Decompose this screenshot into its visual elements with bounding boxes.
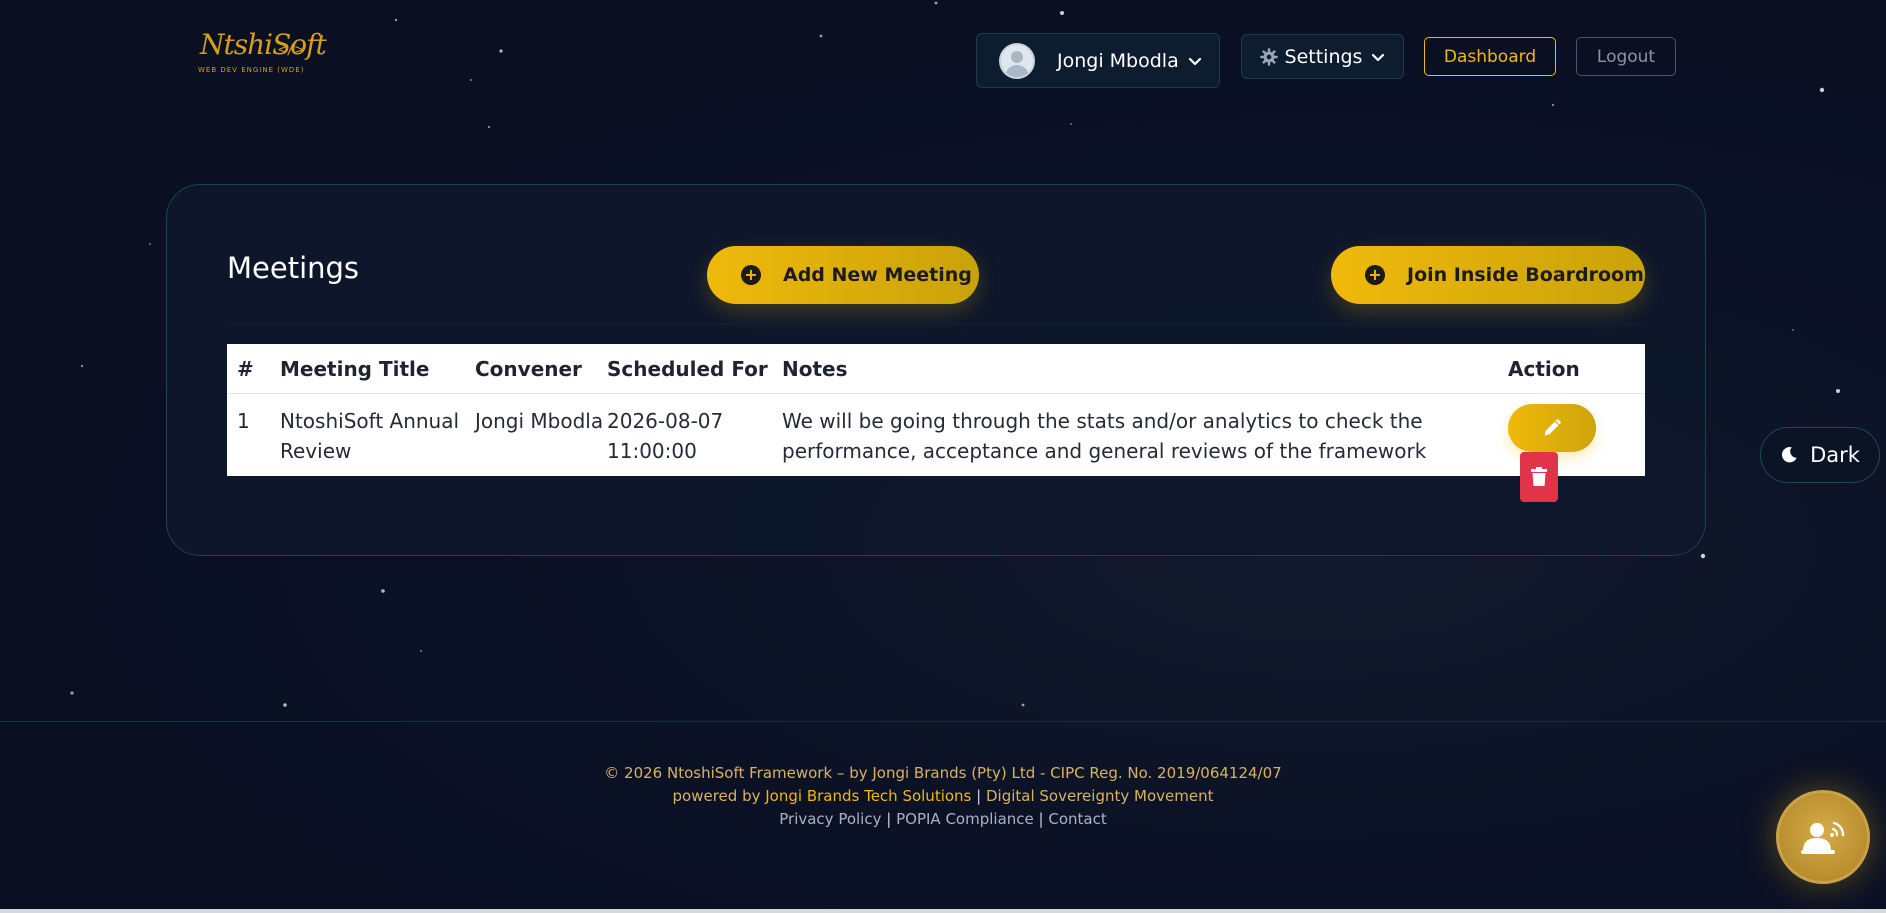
cell-scheduled-for: 2026-08-07 11:00:00 (607, 409, 724, 463)
footer: © 2026 NtoshiSoft Framework – by Jongi B… (0, 762, 1886, 831)
logout-button[interactable]: Logout (1576, 37, 1676, 76)
footer-movement-link[interactable]: Digital Sovereignty Movement (986, 787, 1213, 805)
column-header-convener: Convener (475, 344, 607, 394)
column-header-title: Meeting Title (280, 344, 475, 394)
trash-icon (1531, 467, 1547, 486)
column-header-scheduled: Scheduled For (607, 344, 782, 394)
footer-divider (0, 721, 1886, 722)
theme-toggle-button[interactable]: Dark (1760, 427, 1880, 483)
bottom-scrollbar-strip (0, 909, 1886, 913)
moon-icon (1782, 447, 1797, 463)
settings-label: Settings (1284, 45, 1363, 68)
table-header-row: # Meeting Title Convener Scheduled For N… (227, 344, 1645, 394)
column-header-notes: Notes (782, 344, 1508, 394)
footer-separator: | (1038, 810, 1044, 828)
delete-meeting-button[interactable] (1520, 452, 1558, 502)
logo-subtitle: WEB DEV ENGINE (WDE) (198, 66, 305, 74)
join-boardroom-button[interactable]: + Join Inside Boardroom (1331, 246, 1645, 304)
chevron-down-icon (1372, 53, 1385, 61)
brand-logo[interactable]: NtshiSoft </> WEB DEV ENGINE (WDE) (196, 26, 327, 80)
header-divider (227, 324, 1645, 325)
footer-copyright: © 2026 NtoshiSoft Framework – by Jongi B… (604, 764, 1282, 782)
settings-menu-button[interactable]: Settings (1241, 34, 1404, 79)
footer-powered-link[interactable]: Jongi Brands Tech Solutions (765, 787, 971, 805)
theme-toggle-label: Dark (1810, 443, 1860, 467)
footer-popia-link[interactable]: POPIA Compliance (896, 810, 1034, 828)
footer-separator: | (976, 787, 982, 805)
chevron-down-icon (1188, 57, 1201, 65)
plus-circle-icon: + (1365, 265, 1385, 285)
join-boardroom-label: Join Inside Boardroom (1407, 264, 1644, 286)
meetings-card: Meetings + Add New Meeting + Join Inside… (166, 184, 1706, 556)
cell-notes: We will be going through the stats and/o… (782, 409, 1427, 463)
plus-circle-icon: + (741, 265, 761, 285)
footer-powered-prefix: powered by (672, 787, 761, 805)
user-name: Jongi Mbodla (1057, 49, 1179, 72)
column-header-action: Action (1508, 344, 1645, 394)
boardroom-floating-button[interactable] (1776, 790, 1870, 884)
logo-wordmark: NtshiSoft (200, 28, 327, 61)
dashboard-button[interactable]: Dashboard (1424, 37, 1556, 76)
broadcast-person-icon (1801, 821, 1845, 854)
gear-icon (1259, 47, 1278, 66)
edit-meeting-button[interactable] (1508, 404, 1596, 452)
cell-number: 1 (237, 409, 250, 433)
cell-actions (1508, 394, 1645, 502)
table-row: 1 NtoshiSoft Annual Review Jongi Mbodla … (227, 394, 1645, 502)
column-header-number: # (227, 344, 280, 394)
pencil-icon (1544, 418, 1562, 436)
meetings-table: # Meeting Title Convener Scheduled For N… (227, 344, 1645, 502)
page: NtshiSoft </> WEB DEV ENGINE (WDE) Jongi… (0, 0, 1886, 913)
footer-separator: | (886, 810, 892, 828)
page-title: Meetings (227, 251, 360, 285)
footer-privacy-link[interactable]: Privacy Policy (779, 810, 881, 828)
cell-meeting-title: NtoshiSoft Annual Review (280, 409, 460, 463)
user-menu-button[interactable]: Jongi Mbodla (976, 33, 1220, 88)
user-avatar-icon (999, 42, 1035, 79)
cell-convener: Jongi Mbodla (475, 409, 604, 433)
add-new-meeting-label: Add New Meeting (783, 264, 972, 286)
add-new-meeting-button[interactable]: + Add New Meeting (707, 246, 979, 304)
footer-contact-link[interactable]: Contact (1048, 810, 1106, 828)
logo-code-glyph: </> (278, 42, 304, 58)
